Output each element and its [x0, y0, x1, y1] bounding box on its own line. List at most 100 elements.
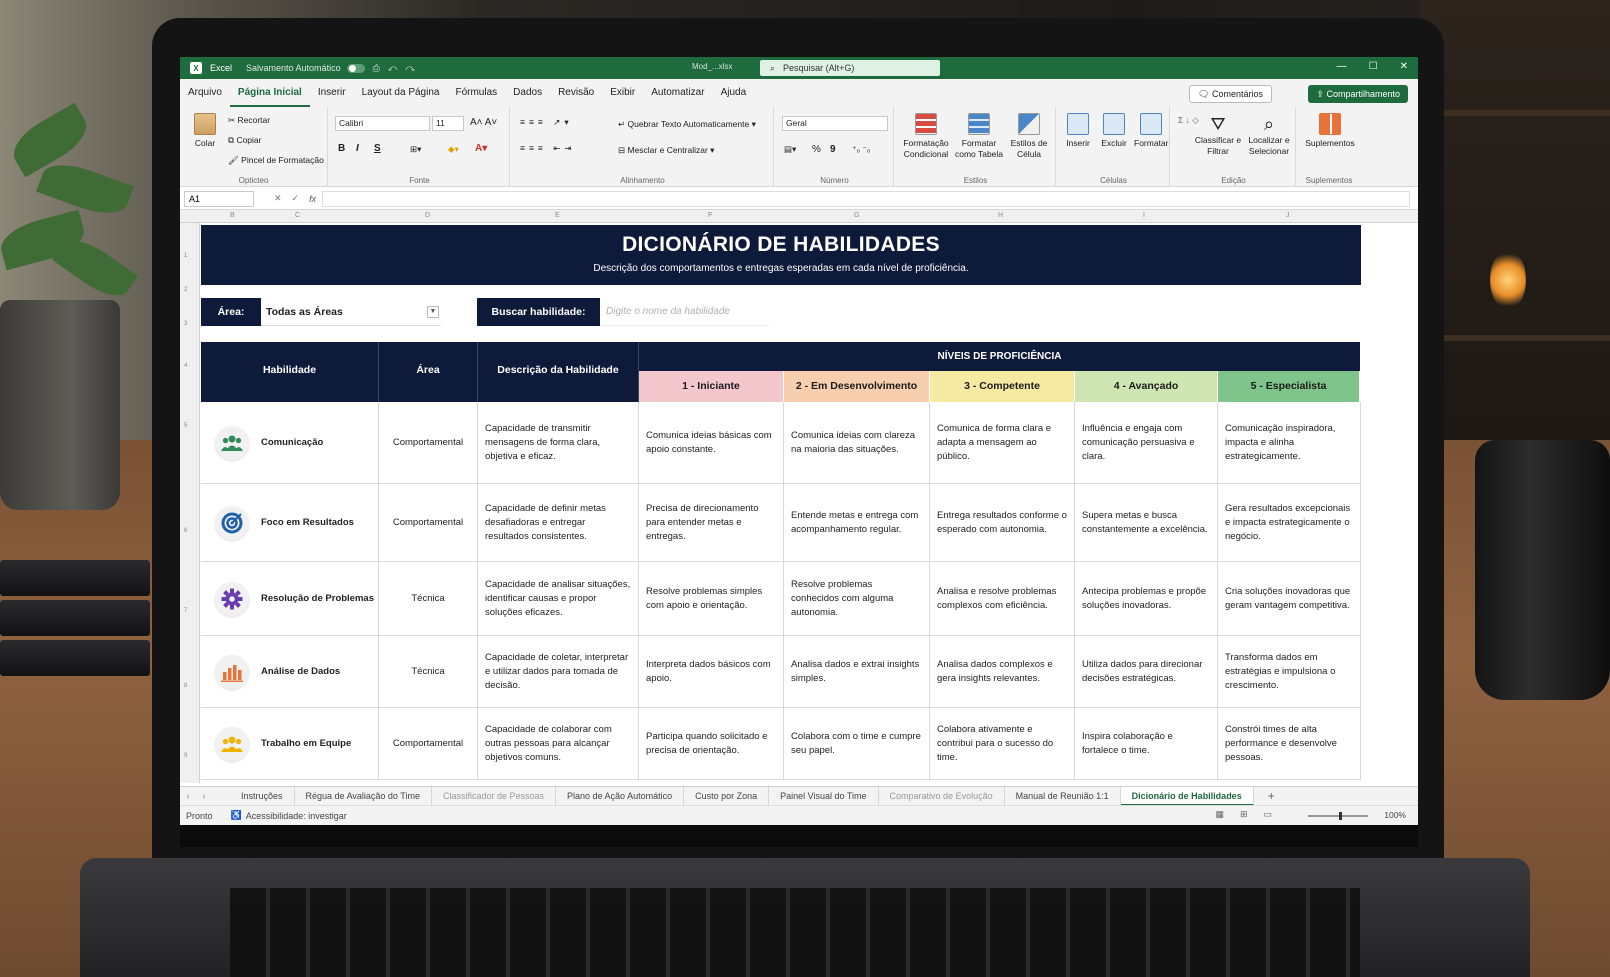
comments-button[interactable]: 🗨 Comentários	[1189, 85, 1272, 103]
horizontal-align-icons[interactable]: ≡≡≡ ⇤⇥	[520, 143, 576, 154]
tab-arquivo[interactable]: Arquivo	[180, 79, 230, 107]
sheet-tab-painel[interactable]: Painel Visual do Time	[769, 786, 879, 806]
percent-button[interactable]: %	[812, 144, 821, 155]
borders-icon[interactable]: ⊞▾	[410, 144, 421, 155]
table-row[interactable]: Foco em Resultados Comportamental Capaci…	[201, 484, 1361, 562]
view-mode-icons[interactable]: ▦⊞▭	[1215, 809, 1288, 820]
sheet-tab-manual[interactable]: Manual de Reunião 1:1	[1005, 786, 1121, 806]
wrap-text-button[interactable]: ↵ Quebrar Texto Automaticamente ▾	[618, 119, 756, 130]
underline-button[interactable]: S	[374, 143, 381, 154]
merge-center-button[interactable]: ⊟ Mesclar e Centralizar ▾	[618, 145, 714, 156]
zoom-slider[interactable]	[1308, 815, 1368, 817]
search-box[interactable]: ⌕ Pesquisar (Alt+G)	[760, 60, 940, 76]
addins-button[interactable]: Suplementos	[1302, 113, 1358, 149]
tab-automatizar[interactable]: Automatizar	[643, 79, 712, 107]
sheet-tab-plano[interactable]: Plano de Ação Automático	[556, 786, 685, 806]
col-header[interactable]: C	[295, 212, 300, 219]
font-name-select[interactable]: Calibri	[335, 116, 430, 131]
autosave-toggle[interactable]	[346, 63, 365, 73]
conditional-format-button[interactable]: Formatação Condicional	[900, 113, 952, 160]
tab-formulas[interactable]: Fórmulas	[447, 79, 505, 107]
maximize-icon[interactable]: ☐	[1369, 61, 1378, 72]
formula-input[interactable]	[322, 190, 1410, 207]
search-skill-input[interactable]: Digite o nome da habilidade	[600, 298, 770, 326]
copy-button[interactable]: ⧉ Copiar	[228, 135, 261, 146]
page-subtitle: Descrição dos comportamentos e entregas …	[593, 263, 969, 274]
col-header[interactable]: F	[708, 212, 712, 219]
vertical-align-icons[interactable]: ≡≡≡ ↗▾	[520, 117, 573, 128]
format-table-button[interactable]: Formatar como Tabela	[954, 113, 1004, 160]
sheet-tab-custo[interactable]: Custo por Zona	[684, 786, 770, 806]
tab-dados[interactable]: Dados	[505, 79, 550, 107]
tab-ajuda[interactable]: Ajuda	[713, 79, 755, 107]
cell-styles-button[interactable]: Estilos de Célula	[1006, 113, 1052, 160]
sheet-tab-regua[interactable]: Régua de Avaliação do Time	[295, 786, 432, 806]
add-sheet-icon[interactable]: +	[1254, 789, 1289, 803]
cells-group-label: Células	[1100, 176, 1127, 185]
delete-cells-button[interactable]: Excluir	[1098, 113, 1130, 149]
zoom-level[interactable]: 100%	[1384, 810, 1406, 820]
col-header[interactable]: H	[998, 212, 1003, 219]
sheet-tab-classificador[interactable]: Classificador de Pessoas	[432, 786, 557, 806]
row-header[interactable]: 8	[184, 683, 187, 689]
number-format-select[interactable]: Geral	[782, 116, 888, 131]
tab-layout[interactable]: Layout da Página	[354, 79, 448, 107]
prev-sheet-icon[interactable]: ‹	[180, 791, 196, 801]
col-header[interactable]: J	[1286, 212, 1290, 219]
fill-color-icon[interactable]: ◆▾	[448, 144, 459, 155]
col-header[interactable]: G	[854, 212, 859, 219]
table-row[interactable]: Comunicação Comportamental Capacidade de…	[201, 402, 1361, 484]
format-cells-button[interactable]: Formatar	[1134, 113, 1168, 149]
sheet-tab-comparativo[interactable]: Comparativo de Evolução	[879, 786, 1005, 806]
table-row[interactable]: Trabalho em Equipe Comportamental Capaci…	[201, 708, 1361, 780]
row-header[interactable]: 4	[184, 363, 187, 369]
next-sheet-icon[interactable]: ›	[196, 791, 212, 801]
row-header[interactable]: 5	[184, 423, 187, 429]
table-row[interactable]: Resolução de Problemas Técnica Capacidad…	[201, 562, 1361, 636]
grow-font-icon[interactable]: A˄ A˅	[470, 117, 497, 128]
table-row[interactable]: Análise de Dados Técnica Capacidade de c…	[201, 636, 1361, 708]
sort-filter-button[interactable]: ⛛ Classificar e Filtrar	[1194, 113, 1242, 157]
row-header[interactable]: 6	[184, 528, 187, 534]
sheet-tab-dicionario[interactable]: Dicionário de Habilidades	[1120, 786, 1254, 806]
tab-revisao[interactable]: Revisão	[550, 79, 602, 107]
col-header[interactable]: E	[555, 212, 560, 219]
col-header[interactable]: B	[230, 212, 235, 219]
insert-cells-button[interactable]: Inserir	[1062, 113, 1094, 149]
close-icon[interactable]: ✕	[1400, 61, 1408, 72]
row-header[interactable]: 1	[184, 253, 187, 259]
currency-icon[interactable]: ▤▾	[784, 144, 796, 155]
minimize-icon[interactable]: —	[1337, 61, 1347, 72]
zoom-slider-knob[interactable]	[1339, 812, 1342, 820]
thousands-button[interactable]: 9	[830, 144, 836, 155]
chevron-down-icon[interactable]: ▼	[427, 306, 439, 318]
col-header[interactable]: I	[1143, 212, 1145, 219]
format-painter-button[interactable]: 🖌 Pincel de Formatação	[228, 155, 324, 166]
accessibility-icon[interactable]: ♿	[231, 810, 242, 821]
cut-button[interactable]: ✂ Recortar	[228, 115, 270, 126]
row-header[interactable]: 3	[184, 321, 187, 327]
row-header[interactable]: 7	[184, 608, 187, 614]
formula-buttons[interactable]: ✕✓	[274, 193, 309, 204]
italic-button[interactable]: I	[356, 143, 359, 154]
accessibility-status[interactable]: Acessibilidade: investigar	[246, 811, 347, 821]
fx-icon[interactable]: fx	[309, 194, 316, 204]
tab-pagina-inicial[interactable]: Página Inicial	[229, 79, 310, 107]
decimal-icons[interactable]: ⁺₀ ⁻₀	[852, 144, 870, 155]
row-header[interactable]: 9	[184, 753, 187, 759]
share-button[interactable]: ⇪ Compartilhamento	[1308, 85, 1408, 103]
sheet-tab-instrucoes[interactable]: Instruções	[230, 786, 295, 806]
row-header[interactable]: 2	[184, 287, 187, 293]
bold-button[interactable]: B	[338, 143, 345, 154]
paste-button[interactable]: Colar	[190, 113, 220, 149]
font-size-select[interactable]: 11	[432, 116, 464, 131]
col-header[interactable]: D	[425, 212, 430, 219]
quick-access-icons[interactable]: ⎙↶↷	[373, 63, 423, 74]
find-select-button[interactable]: ⌕ Localizar e Selecionar	[1244, 113, 1294, 157]
area-filter-select[interactable]: Todas as Áreas ▼	[261, 298, 441, 326]
keyboard	[230, 888, 1360, 977]
name-box[interactable]: A1	[184, 190, 254, 207]
tab-inserir[interactable]: Inserir	[310, 79, 354, 107]
font-color-icon[interactable]: A▾	[475, 143, 487, 154]
tab-exibir[interactable]: Exibir	[602, 79, 643, 107]
